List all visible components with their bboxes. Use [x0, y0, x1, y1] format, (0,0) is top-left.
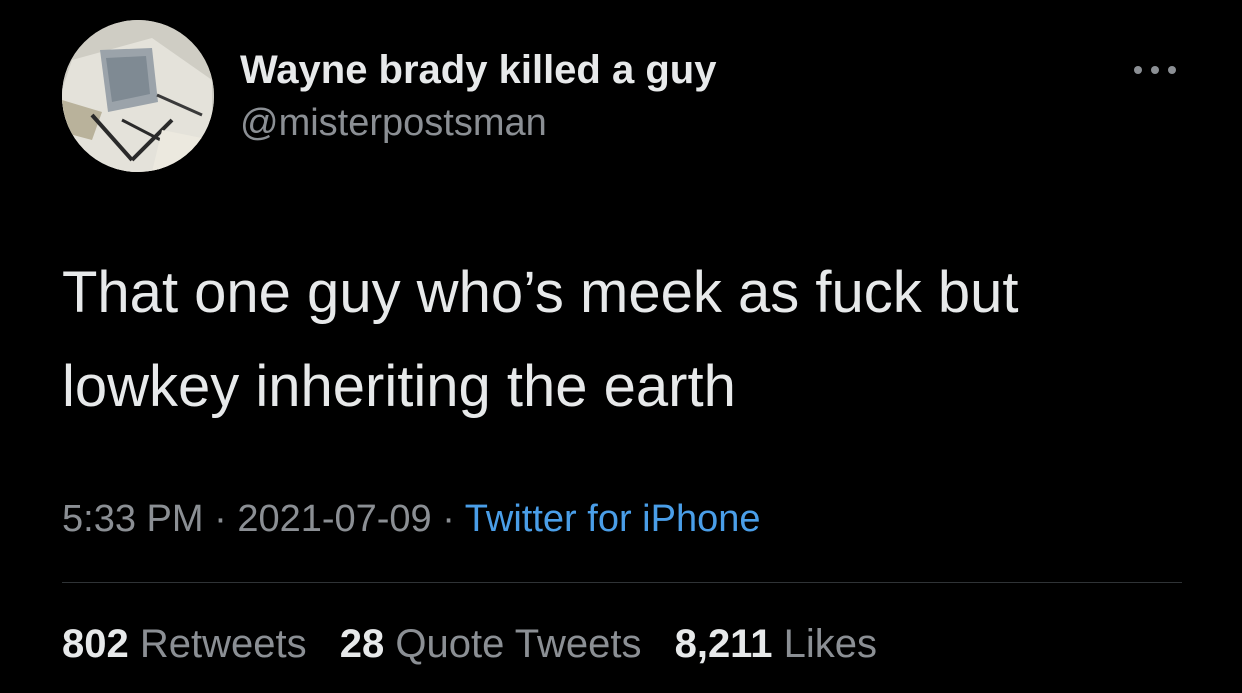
retweets-stat[interactable]: 802 Retweets: [62, 622, 318, 666]
avatar[interactable]: [62, 20, 214, 172]
retweets-label: Retweets: [139, 622, 307, 666]
likes-count: 8,211: [674, 622, 773, 666]
divider: [62, 582, 1182, 583]
avatar-image: [62, 20, 214, 172]
engagement-stats: 802 Retweets 28 Quote Tweets 8,211 Likes: [62, 620, 899, 668]
retweets-count: 802: [62, 622, 129, 666]
more-horizontal-icon[interactable]: [1130, 62, 1180, 78]
display-name[interactable]: Wayne brady killed a guy: [240, 46, 716, 94]
tweet-date[interactable]: 2021-07-09: [237, 498, 431, 540]
tweet-source-link[interactable]: Twitter for iPhone: [465, 498, 761, 540]
tweet-time[interactable]: 5:33 PM: [62, 498, 204, 540]
quote-tweets-stat[interactable]: 28 Quote Tweets: [340, 622, 653, 666]
quote-tweets-label: Quote Tweets: [395, 622, 642, 666]
meta-separator: ·: [442, 498, 455, 540]
user-handle[interactable]: @misterpostsman: [240, 100, 547, 146]
tweet-card: Wayne brady killed a guy @misterpostsman…: [0, 0, 1242, 693]
quote-tweets-count: 28: [339, 622, 385, 666]
likes-label: Likes: [783, 622, 877, 666]
tweet-text: That one guy who’s meek as fuck but lowk…: [62, 260, 1019, 419]
likes-stat[interactable]: 8,211 Likes: [675, 622, 877, 666]
tweet-metadata: 5:33 PM · 2021-07-09 · Twitter for iPhon…: [62, 496, 760, 542]
meta-separator: ·: [214, 498, 227, 540]
